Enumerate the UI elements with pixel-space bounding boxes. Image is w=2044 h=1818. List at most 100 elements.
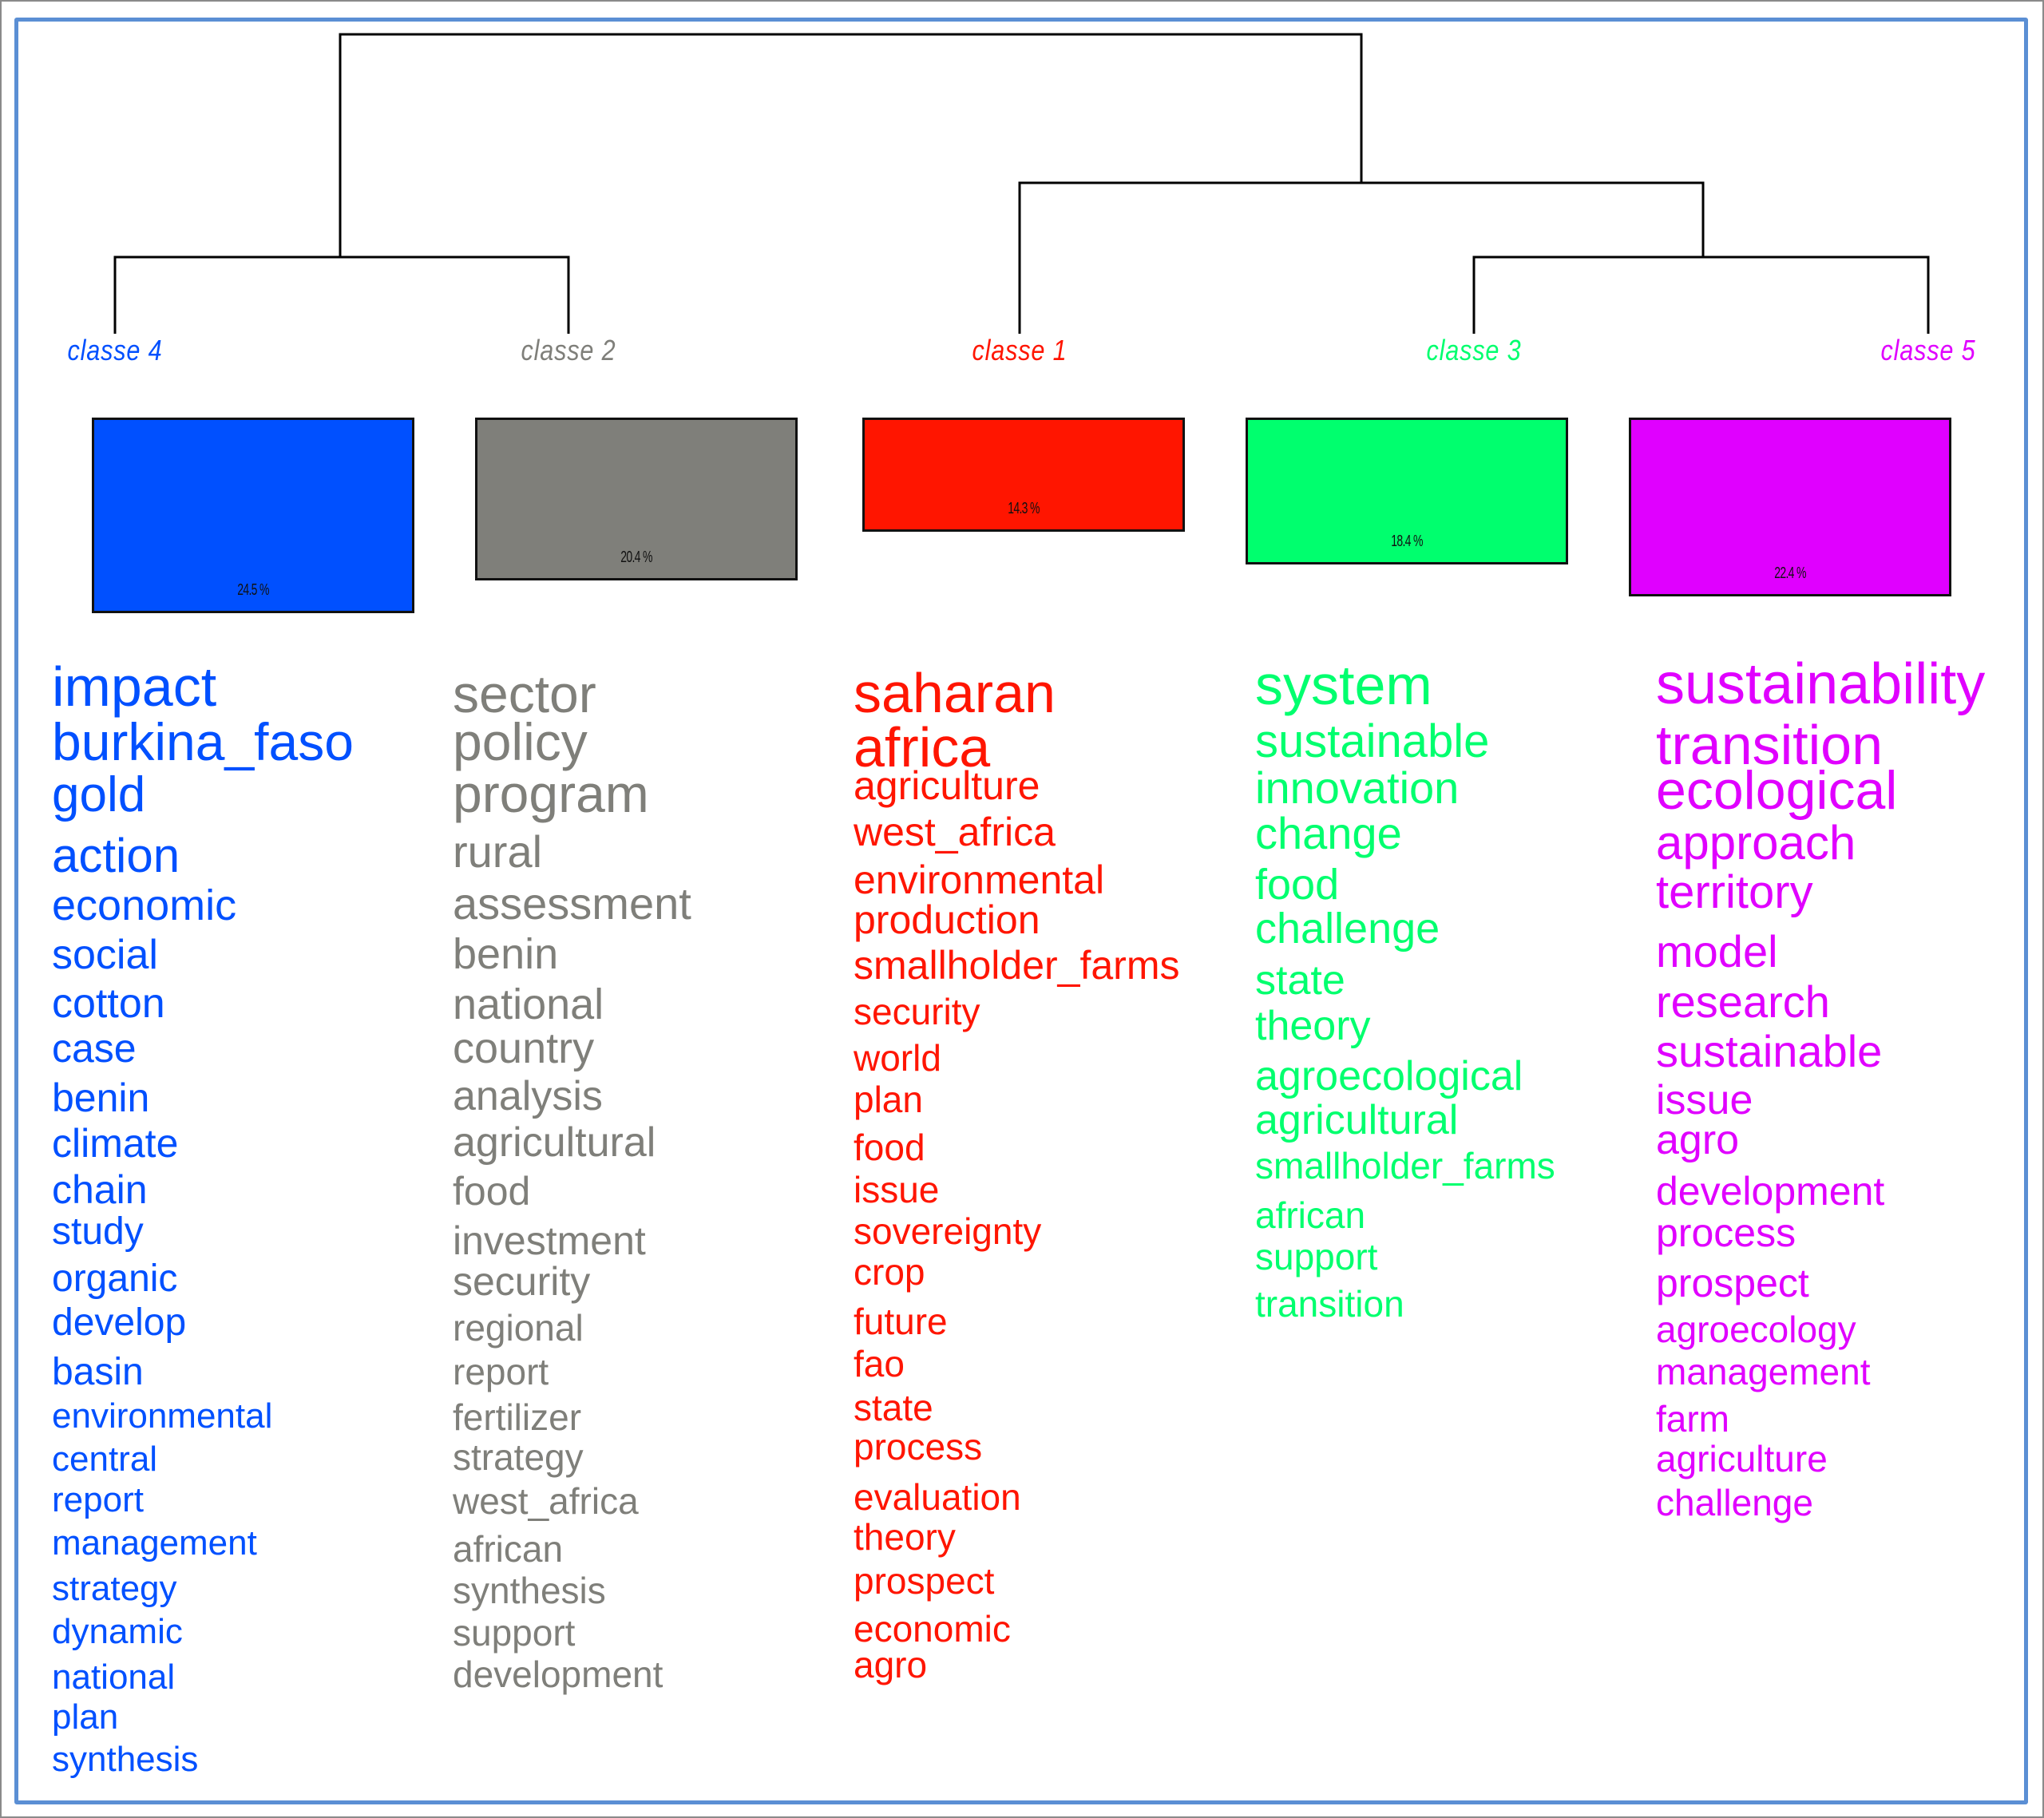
class-word: research	[1656, 976, 1830, 1028]
class-word: sovereignty	[854, 1210, 1042, 1253]
class-word: state	[854, 1387, 933, 1429]
class-word: dynamic	[52, 1611, 183, 1651]
class-word: agroecology	[1656, 1309, 1856, 1351]
class-word: social	[52, 932, 158, 979]
class-word: climate	[52, 1121, 179, 1166]
class-percent-label: 22.4 %	[1774, 564, 1806, 582]
class-word: national	[52, 1657, 176, 1697]
class-word: challenge	[1255, 904, 1440, 953]
class-word: support	[1255, 1236, 1378, 1278]
class-word: management	[52, 1523, 257, 1563]
class-word: sustainability	[1656, 652, 1986, 716]
class-word: chain	[52, 1167, 148, 1212]
class-size-box: 22.4 %	[1629, 418, 1951, 596]
class-word: fao	[854, 1343, 905, 1385]
class-word: cotton	[52, 980, 165, 1028]
class-word: benin	[453, 929, 559, 978]
class-word: fertilizer	[453, 1396, 582, 1439]
class-size-box: 20.4 %	[475, 418, 798, 580]
class-word: synthesis	[453, 1570, 606, 1612]
class-word: agroecological	[1255, 1053, 1523, 1100]
class-label: classe 2	[521, 334, 616, 366]
class-word: issue	[1656, 1077, 1753, 1124]
class-word: sustainable	[1656, 1026, 1883, 1077]
class-percent-label: 18.4 %	[1391, 533, 1423, 550]
class-word: saharan	[854, 661, 1056, 724]
class-word: process	[854, 1426, 983, 1468]
class-word: agricultural	[453, 1119, 656, 1166]
class-word: national	[453, 980, 604, 1028]
class-word: strategy	[453, 1436, 584, 1479]
class-word: impact	[52, 655, 217, 718]
class-word: world	[854, 1037, 941, 1079]
class-word: security	[453, 1259, 591, 1304]
class-word: west_africa	[453, 1480, 639, 1523]
class-word: synthesis	[52, 1739, 199, 1779]
class-word: central	[52, 1439, 158, 1479]
class-word: process	[1656, 1210, 1796, 1255]
class-word: smallholder_farms	[854, 943, 1180, 988]
class-label: classe 4	[67, 334, 163, 366]
class-word: strategy	[52, 1568, 177, 1608]
class-word: develop	[52, 1301, 187, 1344]
class-word: food	[1255, 860, 1340, 909]
class-size-box: 18.4 %	[1246, 418, 1568, 564]
dendrogram-link-3-5	[1472, 255, 1930, 334]
class-word: system	[1255, 653, 1432, 716]
class-word: evaluation	[854, 1476, 1021, 1519]
class-word: farm	[1656, 1398, 1729, 1440]
class-word: agriculture	[1656, 1438, 1828, 1480]
class-word: development	[1656, 1169, 1885, 1214]
dendrogram-link-4-2	[113, 255, 570, 334]
class-word: environmental	[52, 1396, 273, 1436]
class-word: development	[453, 1654, 664, 1696]
class-word: economic	[52, 881, 237, 929]
class-word: rural	[453, 826, 543, 877]
class-word: territory	[1656, 866, 1813, 919]
class-word: organic	[52, 1257, 178, 1300]
class-percent-label: 20.4 %	[620, 549, 652, 566]
class-word: basin	[52, 1350, 144, 1393]
class-size-box: 24.5 %	[92, 418, 414, 613]
class-word: smallholder_farms	[1255, 1145, 1555, 1187]
class-word: crop	[854, 1251, 925, 1293]
class-word: plan	[854, 1079, 923, 1121]
class-size-box: 14.3 %	[862, 418, 1185, 532]
class-word: production	[854, 897, 1040, 942]
class-word: theory	[1255, 1003, 1371, 1050]
class-word: burkina_faso	[52, 711, 354, 771]
class-word: state	[1255, 957, 1345, 1004]
class-word: model	[1656, 926, 1778, 977]
class-word: agro	[1656, 1117, 1740, 1164]
class-word: agro	[854, 1644, 928, 1686]
class-word: prospect	[1656, 1261, 1809, 1305]
class-word: support	[453, 1612, 576, 1654]
class-word: food	[453, 1169, 531, 1214]
class-percent-label: 24.5 %	[237, 581, 269, 599]
class-word: future	[854, 1301, 948, 1343]
class-word: report	[453, 1351, 549, 1393]
dendrogram-root-link	[339, 33, 1363, 257]
class-word: case	[52, 1026, 137, 1071]
class-word: regional	[453, 1307, 584, 1349]
class-word: policy	[453, 711, 588, 771]
class-word: assessment	[453, 878, 691, 929]
class-word: approach	[1656, 815, 1856, 869]
class-word: west_africa	[854, 810, 1056, 854]
class-word: environmental	[854, 858, 1105, 902]
class-word: food	[854, 1127, 925, 1169]
class-word: theory	[854, 1516, 956, 1559]
class-word: challenge	[1656, 1482, 1813, 1524]
class-word: gold	[52, 767, 146, 823]
class-word: benin	[52, 1075, 150, 1120]
class-word: ecological	[1656, 760, 1898, 822]
class-word: investment	[453, 1218, 646, 1263]
class-word: transition	[1255, 1283, 1404, 1325]
class-word: african	[1255, 1194, 1366, 1237]
class-word: country	[453, 1024, 595, 1072]
class-word: report	[52, 1479, 144, 1519]
class-word: analysis	[453, 1073, 603, 1120]
class-label: classe 3	[1426, 334, 1522, 366]
class-word: management	[1656, 1351, 1871, 1393]
class-label: classe 1	[972, 334, 1068, 366]
